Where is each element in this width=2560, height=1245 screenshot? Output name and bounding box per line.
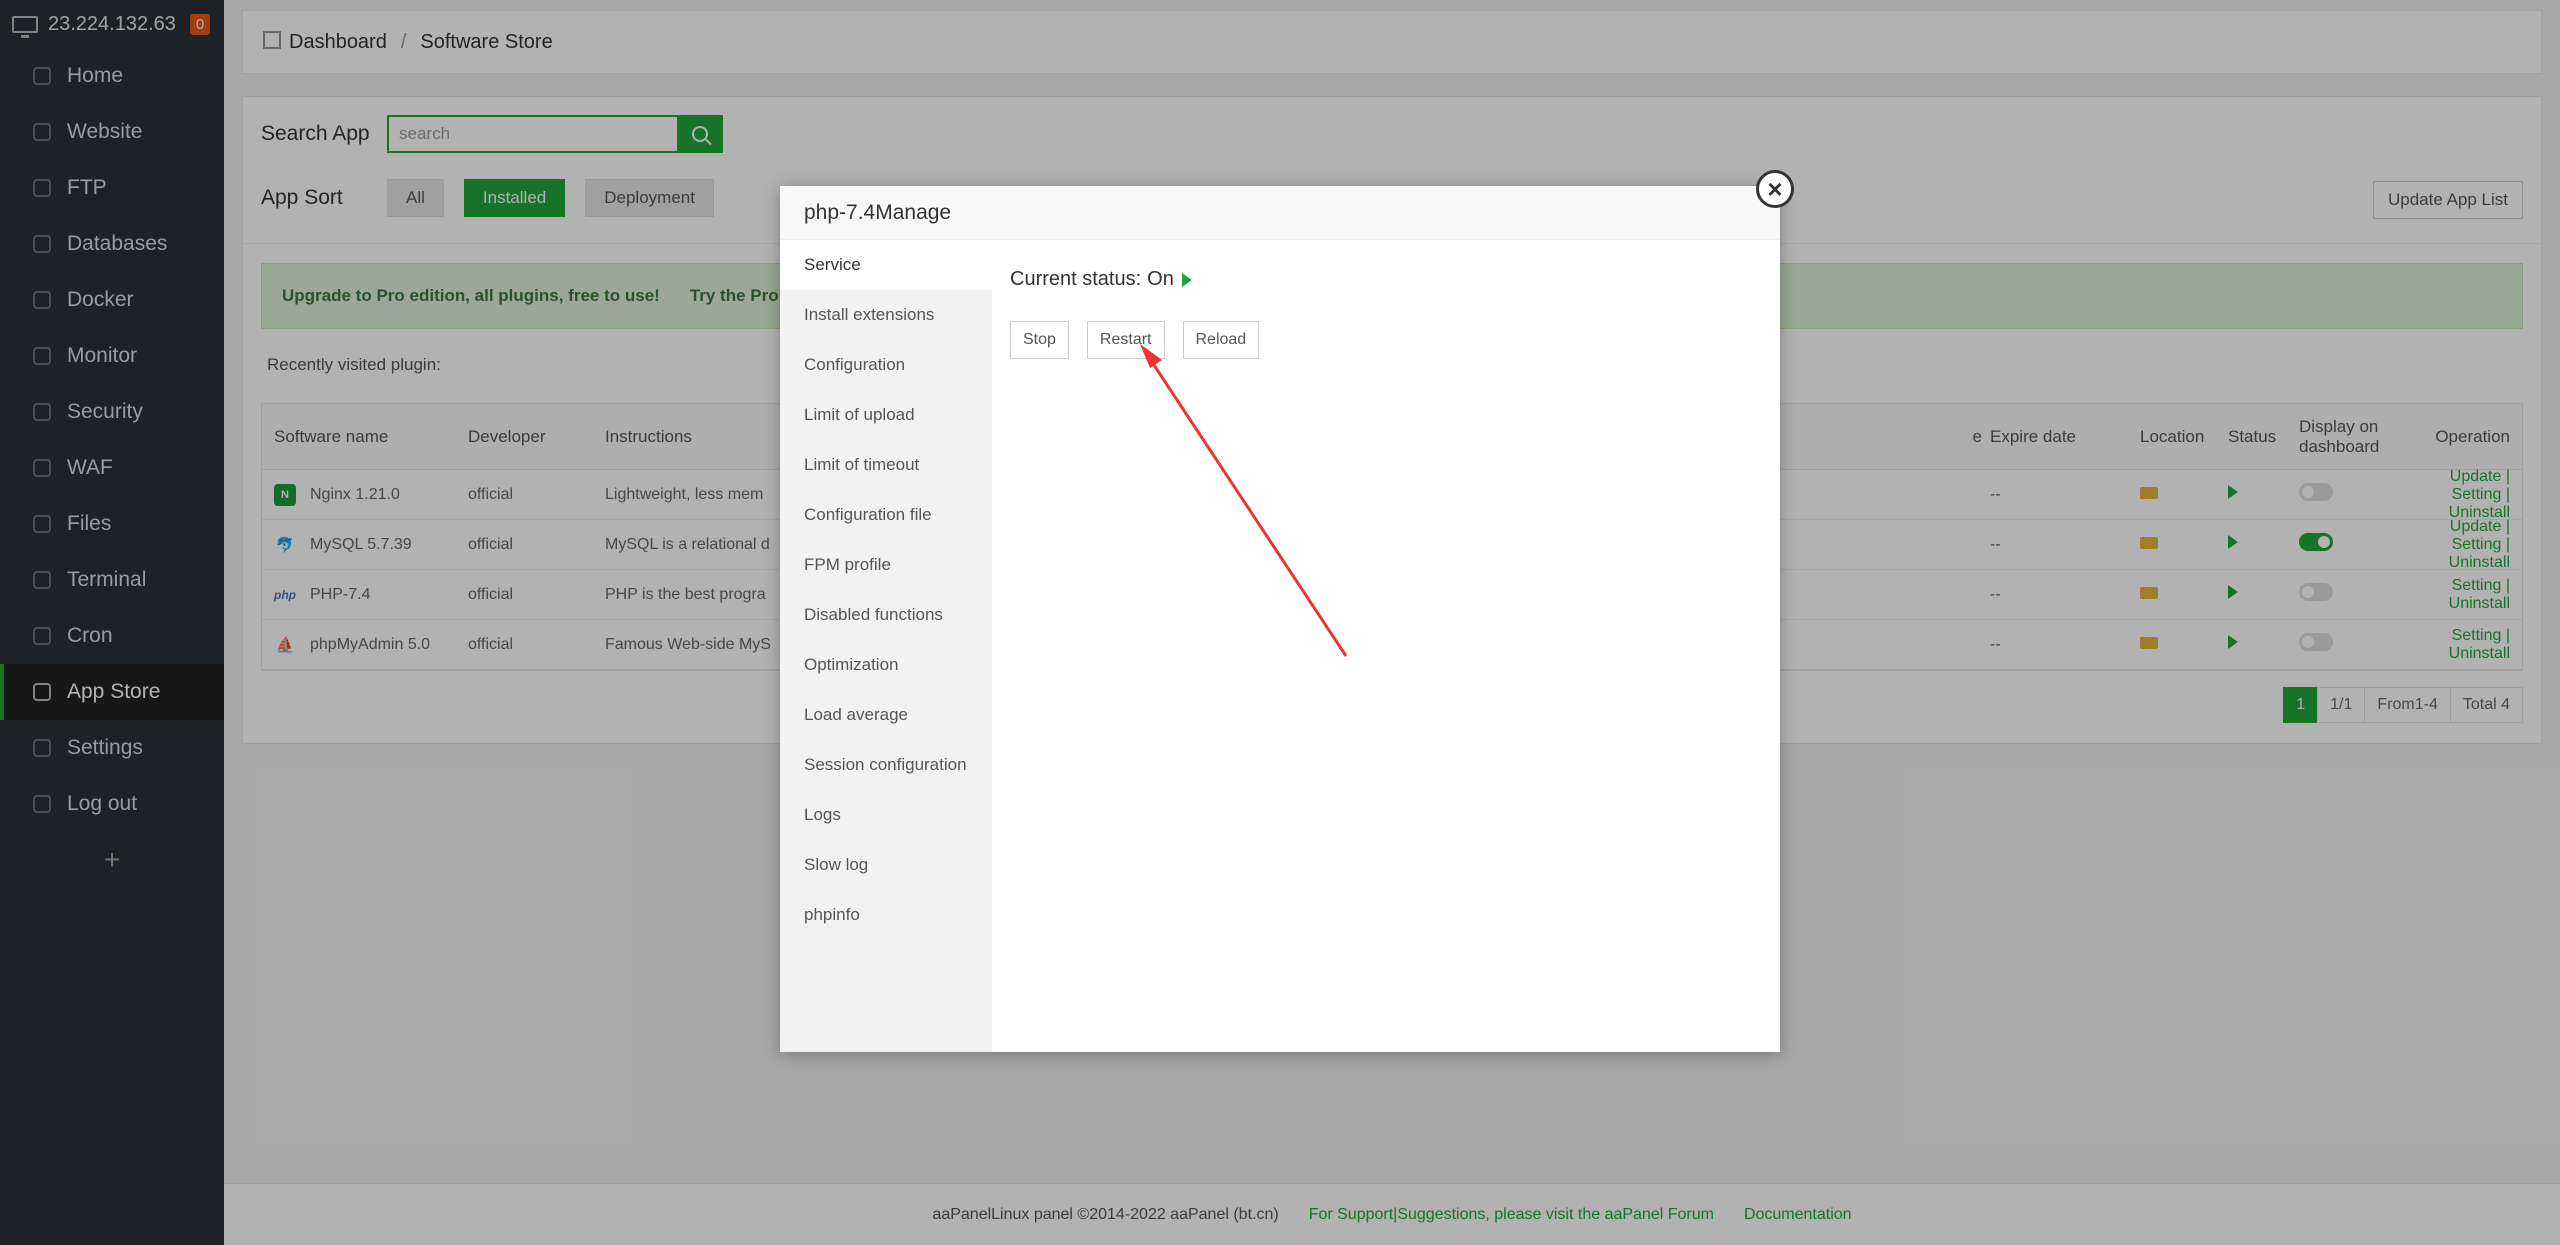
menu-item-limit-of-upload[interactable]: Limit of upload xyxy=(780,390,992,440)
running-play-icon xyxy=(1181,272,1192,287)
menu-item-install-extensions[interactable]: Install extensions xyxy=(780,290,992,340)
dialog-side-menu: Service Install extensions Configuration Li… xyxy=(780,240,992,1052)
menu-item-logs[interactable]: Logs xyxy=(780,790,992,840)
service-status: Current status: On xyxy=(1010,268,1762,291)
menu-item-configuration[interactable]: Configuration xyxy=(780,340,992,390)
menu-item-slow-log[interactable]: Slow log xyxy=(780,840,992,890)
status-value: On xyxy=(1147,268,1174,290)
service-buttons: Stop Restart Reload xyxy=(1010,321,1762,359)
reload-button[interactable]: Reload xyxy=(1182,321,1260,359)
menu-item-load-average[interactable]: Load average xyxy=(780,690,992,740)
menu-item-disabled-functions[interactable]: Disabled functions xyxy=(780,590,992,640)
dialog-body: Current status: On Stop Restart Reload xyxy=(992,240,1780,1052)
menu-item-configuration-file[interactable]: Configuration file xyxy=(780,490,992,540)
menu-item-fpm-profile[interactable]: FPM profile xyxy=(780,540,992,590)
stop-button[interactable]: Stop xyxy=(1010,321,1069,359)
restart-button[interactable]: Restart xyxy=(1086,321,1165,359)
dialog-title: php-7.4Manage xyxy=(780,186,1780,240)
status-label: Current status: xyxy=(1010,268,1142,290)
menu-item-optimization[interactable]: Optimization xyxy=(780,640,992,690)
menu-item-limit-of-timeout[interactable]: Limit of timeout xyxy=(780,440,992,490)
php-manage-dialog: php-7.4Manage Service Install extensions C… xyxy=(780,186,1780,1052)
close-icon[interactable]: × xyxy=(1756,170,1794,208)
menu-item-session-configuration[interactable]: Session configuration xyxy=(780,740,992,790)
menu-item-service[interactable]: Service xyxy=(780,240,992,290)
menu-item-phpinfo[interactable]: phpinfo xyxy=(780,890,992,940)
